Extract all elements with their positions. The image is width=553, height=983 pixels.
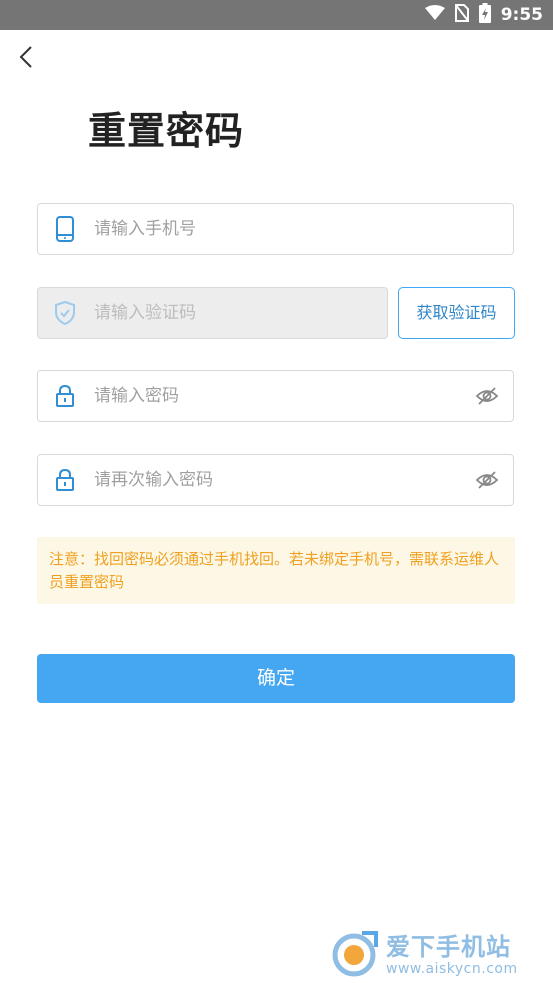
wifi-icon — [424, 5, 445, 25]
confirm-button[interactable]: 确定 — [37, 654, 515, 703]
confirm-password-input[interactable]: 请再次输入密码 — [94, 455, 213, 505]
page-title: 重置密码 — [88, 109, 245, 153]
notice-text: 注意：找回密码必须通过手机找回。若未绑定手机号，需联系运维人员重置密码 — [49, 550, 500, 591]
lock-icon — [54, 371, 76, 421]
notice-box: 注意：找回密码必须通过手机找回。若未绑定手机号，需联系运维人员重置密码 — [37, 537, 515, 604]
chevron-left-icon — [19, 46, 32, 68]
phone-input[interactable]: 请输入手机号 — [94, 204, 196, 254]
status-time: 9:55 — [500, 5, 543, 25]
battery-charging-icon — [478, 3, 491, 27]
no-sim-icon — [453, 3, 470, 26]
eye-off-icon[interactable] — [475, 455, 499, 505]
code-field[interactable]: 请输入验证码 — [37, 287, 388, 339]
back-button[interactable] — [12, 42, 40, 72]
password-field[interactable]: 请输入密码 — [37, 370, 514, 422]
code-input[interactable]: 请输入验证码 — [94, 288, 196, 338]
watermark: 爱下手机站 www.aiskycn.com — [332, 930, 518, 980]
shield-check-icon — [54, 288, 76, 338]
eye-off-icon[interactable] — [475, 371, 499, 421]
watermark-url: www.aiskycn.com — [386, 960, 518, 977]
watermark-name: 爱下手机站 — [386, 932, 511, 961]
lock-icon — [54, 455, 76, 505]
get-code-button[interactable]: 获取验证码 — [398, 287, 515, 339]
phone-icon — [54, 204, 76, 254]
phone-field[interactable]: 请输入手机号 — [37, 203, 514, 255]
status-bar: 9:55 — [0, 0, 553, 30]
password-input[interactable]: 请输入密码 — [94, 371, 179, 421]
confirm-password-field[interactable]: 请再次输入密码 — [37, 454, 514, 506]
watermark-logo-icon — [332, 929, 380, 981]
status-icons: 9:55 — [424, 0, 543, 30]
